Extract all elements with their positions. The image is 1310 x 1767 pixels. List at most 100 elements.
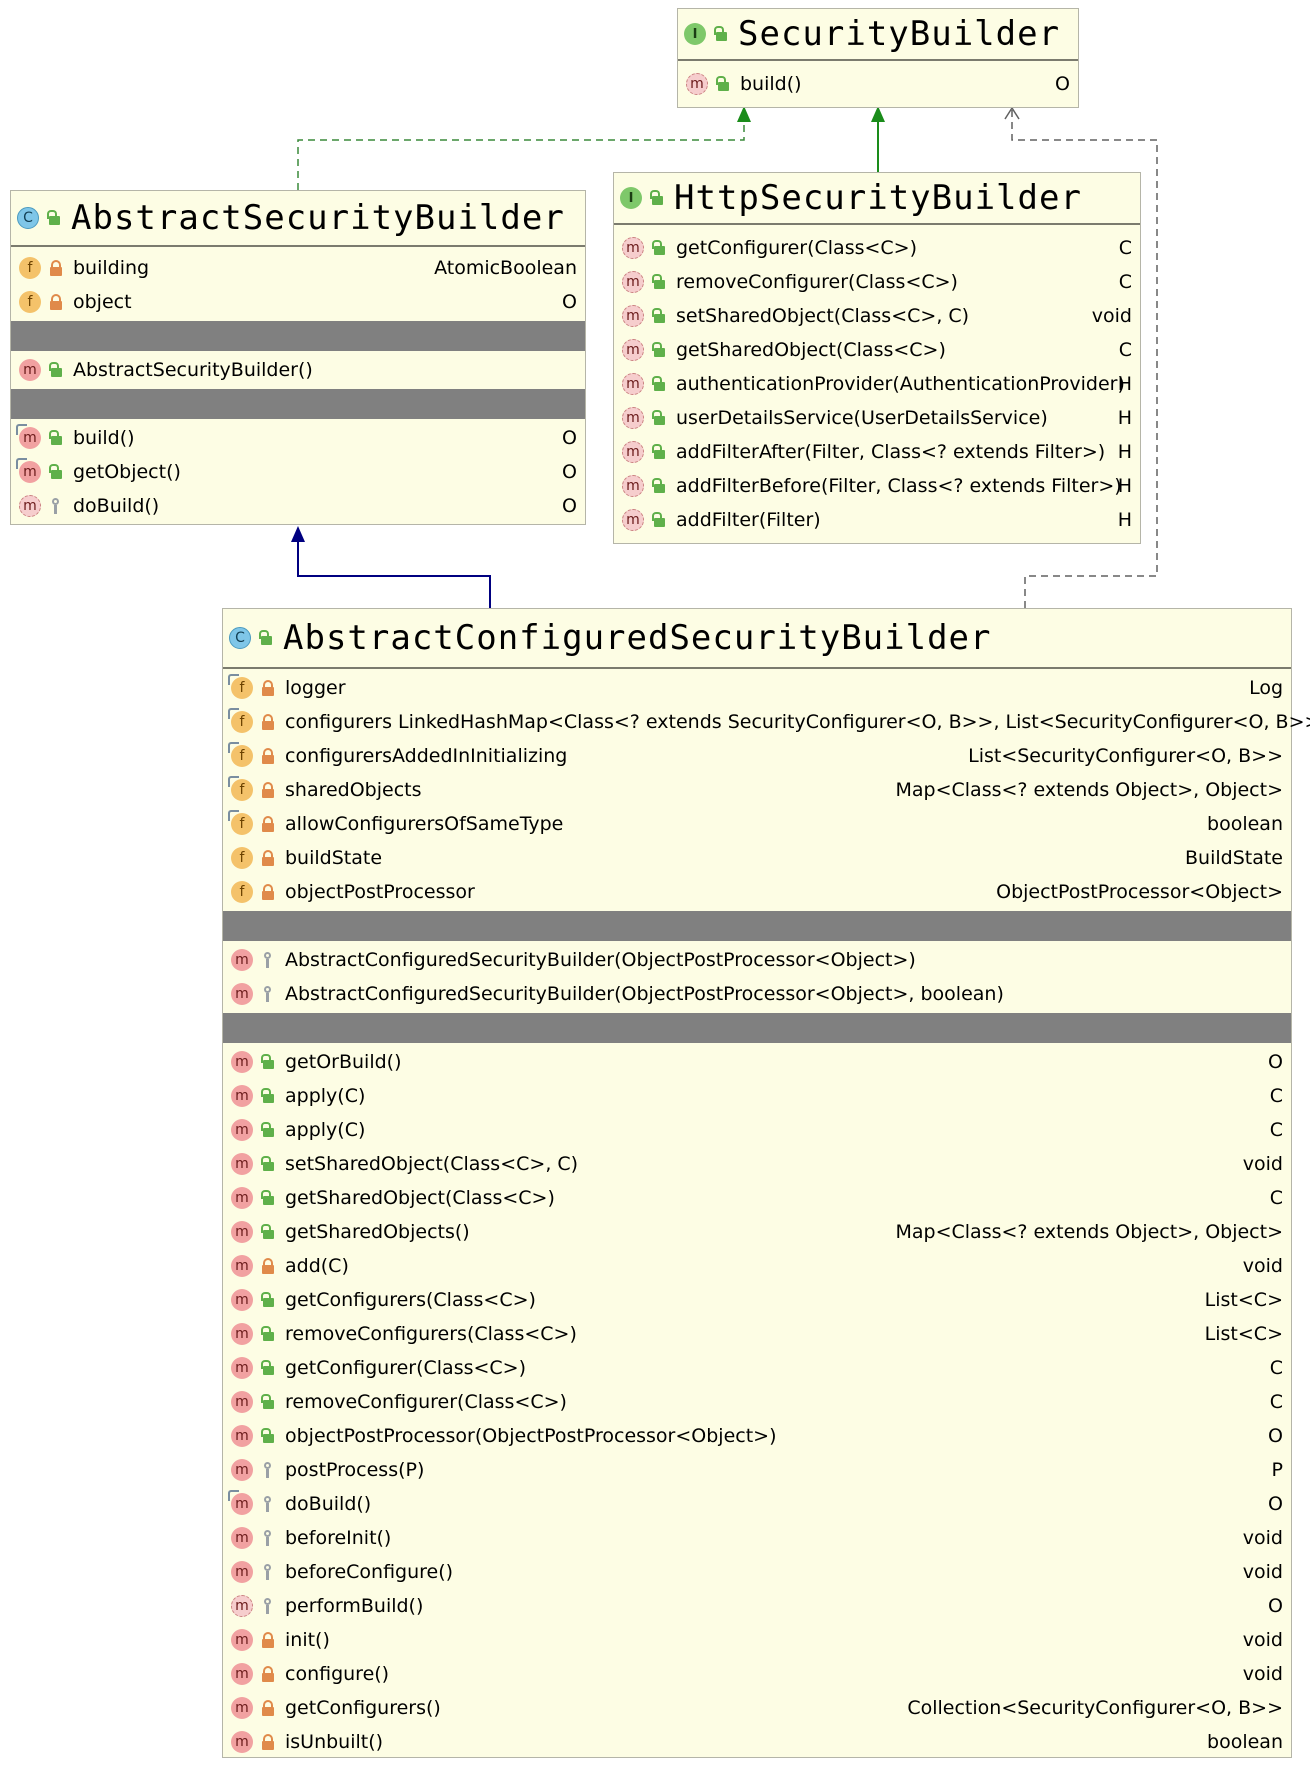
method-row[interactable]: m getConfigurer(Class<C>) C (614, 231, 1140, 265)
member-name: getSharedObjects() (285, 1221, 470, 1243)
method-row[interactable]: m init() void (223, 1623, 1291, 1657)
constructor-row[interactable]: m AbstractConfiguredSecurityBuilder(Objec… (223, 977, 1291, 1011)
member-name: apply(C) (285, 1085, 366, 1107)
method-row[interactable]: m apply(C) C (223, 1113, 1291, 1147)
method-row[interactable]: m add(C) void (223, 1249, 1291, 1283)
method-row[interactable]: m removeConfigurer(Class<C>) C (223, 1385, 1291, 1419)
method-row[interactable]: m getSharedObject(Class<C>) C (614, 333, 1140, 367)
field-row[interactable]: f configurers LinkedHashMap<Class<? exten… (223, 705, 1310, 739)
member-type: void (1242, 1527, 1283, 1549)
method-row[interactable]: m performBuild() O (223, 1589, 1291, 1623)
class-box-http-security-builder[interactable]: I HttpSecurityBuilder m getConfigurer(Class… (613, 172, 1141, 544)
member-name: addFilterAfter(Filter, Class<? extends F… (676, 441, 1106, 463)
member-type: O (562, 291, 577, 313)
method-row[interactable]: m configure() void (223, 1657, 1291, 1691)
field-row[interactable]: f logger Log (223, 671, 1291, 705)
field-icon: f (228, 742, 253, 767)
private-lock-icon (261, 1700, 275, 1716)
method-row[interactable]: m apply(C) C (223, 1079, 1291, 1113)
method-row[interactable]: m doBuild() O (223, 1487, 1291, 1521)
method-row[interactable]: m postProcess(P) P (223, 1453, 1291, 1487)
private-lock-icon (261, 714, 275, 730)
class-box-security-builder[interactable]: I SecurityBuilder m build() O (677, 8, 1079, 108)
method-row[interactable]: m removeConfigurers(Class<C>) List<C> (223, 1317, 1291, 1351)
public-lock-icon (652, 444, 666, 460)
method-row[interactable]: m isUnbuilt() boolean (223, 1725, 1291, 1759)
method-row[interactable]: m removeConfigurer(Class<C>) C (614, 265, 1140, 299)
public-lock-icon (261, 1428, 275, 1444)
field-row[interactable]: f allowConfigurersOfSameType boolean (223, 807, 1291, 841)
protected-key-icon (261, 986, 275, 1002)
public-lock-icon (261, 1088, 275, 1104)
method-row[interactable]: m getSharedObject(Class<C>) C (223, 1181, 1291, 1215)
private-lock-icon (261, 1258, 275, 1274)
method-icon: m (231, 1289, 253, 1311)
method-row[interactable]: m getSharedObjects() Map<Class<? extends O… (223, 1215, 1291, 1249)
method-row[interactable]: m objectPostProcessor(ObjectPostProcessor… (223, 1419, 1291, 1453)
method-icon: m (231, 1357, 253, 1379)
method-row[interactable]: m getOrBuild() O (223, 1045, 1291, 1079)
method-row[interactable]: m build() O (678, 67, 1078, 101)
constructor-row[interactable]: m AbstractConfiguredSecurityBuilder(Objec… (223, 943, 1291, 977)
field-row[interactable]: f object O (11, 285, 585, 319)
member-type: O (1268, 1051, 1283, 1073)
class-title: HttpSecurityBuilder (674, 178, 1082, 218)
method-row[interactable]: m getObject() O (11, 455, 585, 489)
member-type: C (1118, 339, 1132, 361)
public-lock-icon (261, 1360, 275, 1376)
method-icon: m (231, 1221, 253, 1243)
abstract-method-icon: m (686, 73, 708, 95)
abstract-method-icon: m (231, 1595, 253, 1617)
member-name: addFilterBefore(Filter, Class<? extends … (676, 475, 1122, 497)
method-row[interactable]: m getConfigurer(Class<C>) C (223, 1351, 1291, 1385)
member-name: getConfigurer(Class<C>) (285, 1357, 527, 1379)
protected-key-icon (261, 1530, 275, 1546)
method-row[interactable]: m beforeInit() void (223, 1521, 1291, 1555)
constructor-row[interactable]: m AbstractSecurityBuilder() (11, 353, 585, 387)
method-row[interactable]: m setSharedObject(Class<C>, C) void (614, 299, 1140, 333)
field-row[interactable]: f sharedObjects Map<Class<? extends Object… (223, 773, 1291, 807)
member-type: C (1269, 1357, 1283, 1379)
class-title: AbstractSecurityBuilder (71, 198, 565, 238)
method-row[interactable]: m authenticationProvider(AuthenticationPr… (614, 367, 1140, 401)
field-row[interactable]: f objectPostProcessor ObjectPostProcessor<… (223, 875, 1291, 909)
method-row[interactable]: m setSharedObject(Class<C>, C) void (223, 1147, 1291, 1181)
member-type: void (1242, 1663, 1283, 1685)
implements-arrowhead-asb (737, 106, 751, 122)
member-name: buildState (285, 847, 383, 869)
member-type: P (1271, 1459, 1283, 1481)
method-icon: m (16, 458, 41, 483)
public-lock-icon (652, 410, 666, 426)
field-row[interactable]: f buildState BuildState (223, 841, 1291, 875)
member-name: beforeConfigure() (285, 1561, 454, 1583)
member-type: C (1118, 271, 1132, 293)
member-name: removeConfigurer(Class<C>) (676, 271, 958, 293)
class-header: I HttpSecurityBuilder (614, 173, 1140, 225)
method-row[interactable]: m doBuild() O (11, 489, 585, 523)
method-icon: m (19, 359, 41, 381)
class-box-abstract-security-builder[interactable]: C AbstractSecurityBuilder f building AtomicB… (10, 190, 586, 525)
method-icon: m (231, 1391, 253, 1413)
method-row[interactable]: m getConfigurers() Collection<SecurityConf… (223, 1691, 1291, 1725)
field-row[interactable]: f building AtomicBoolean (11, 251, 585, 285)
public-lock-icon (652, 308, 666, 324)
class-box-abstract-configured-security-builder[interactable]: C AbstractConfiguredSecurityBuilder f logge… (222, 608, 1310, 1759)
method-icon: m (231, 1731, 253, 1753)
method-row[interactable]: m userDetailsService(UserDetailsService) H (614, 401, 1140, 435)
field-row[interactable]: f configurersAddedInInitializing List<Secu… (223, 739, 1291, 773)
member-type: List<SecurityConfigurer<O, B>> (968, 745, 1283, 767)
method-row[interactable]: m addFilterBefore(Filter, Class<? extends… (614, 469, 1140, 503)
extends-arrowhead-acsb (291, 526, 305, 542)
private-lock-icon (261, 816, 275, 832)
protected-key-icon (261, 1462, 275, 1478)
member-type: O (1268, 1493, 1283, 1515)
member-type: Map<Class<? extends Object>, Object> (895, 1221, 1283, 1243)
method-row[interactable]: m addFilter(Filter) H (614, 503, 1140, 537)
method-row[interactable]: m addFilterAfter(Filter, Class<? extends … (614, 435, 1140, 469)
method-icon: m (231, 1187, 253, 1209)
method-row[interactable]: m getConfigurers(Class<C>) List<C> (223, 1283, 1291, 1317)
method-row[interactable]: m beforeConfigure() void (223, 1555, 1291, 1589)
member-name: removeConfigurers(Class<C>) (285, 1323, 577, 1345)
method-row[interactable]: m build() O (11, 421, 585, 455)
protected-key-icon (261, 1598, 275, 1614)
